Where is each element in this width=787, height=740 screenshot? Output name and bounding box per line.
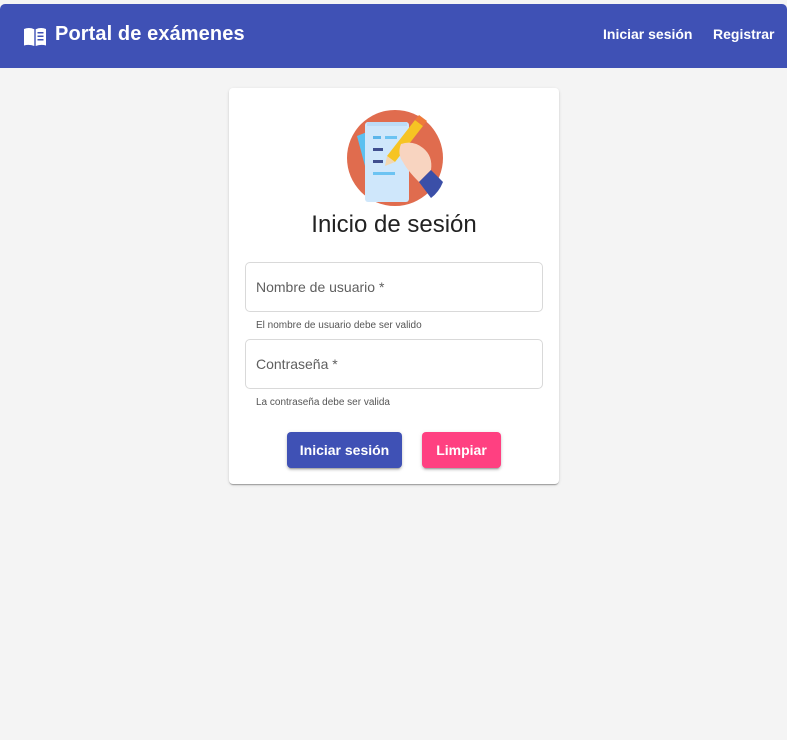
top-toolbar: Portal de exámenes Iniciar sesión Regist…: [0, 4, 787, 68]
password-input[interactable]: [246, 340, 542, 388]
username-hint: El nombre de usuario debe ser valido: [256, 320, 422, 331]
username-field: [245, 262, 543, 312]
exam-writing-illustration: [343, 104, 447, 208]
login-title: Inicio de sesión: [311, 211, 477, 238]
book-icon: [23, 27, 47, 47]
app-window: Portal de exámenes Iniciar sesión Regist…: [0, 0, 787, 740]
username-input[interactable]: [246, 263, 542, 311]
nav-login-link[interactable]: Iniciar sesión: [603, 26, 692, 42]
nav-register-link[interactable]: Registrar: [713, 26, 774, 42]
clear-button[interactable]: Limpiar: [422, 432, 501, 468]
login-card: Inicio de sesión El nombre de usuario de…: [229, 88, 559, 484]
password-hint: La contraseña debe ser valida: [256, 397, 390, 408]
login-button[interactable]: Iniciar sesión: [287, 432, 402, 468]
password-field: [245, 339, 543, 389]
app-title: Portal de exámenes: [55, 23, 245, 45]
